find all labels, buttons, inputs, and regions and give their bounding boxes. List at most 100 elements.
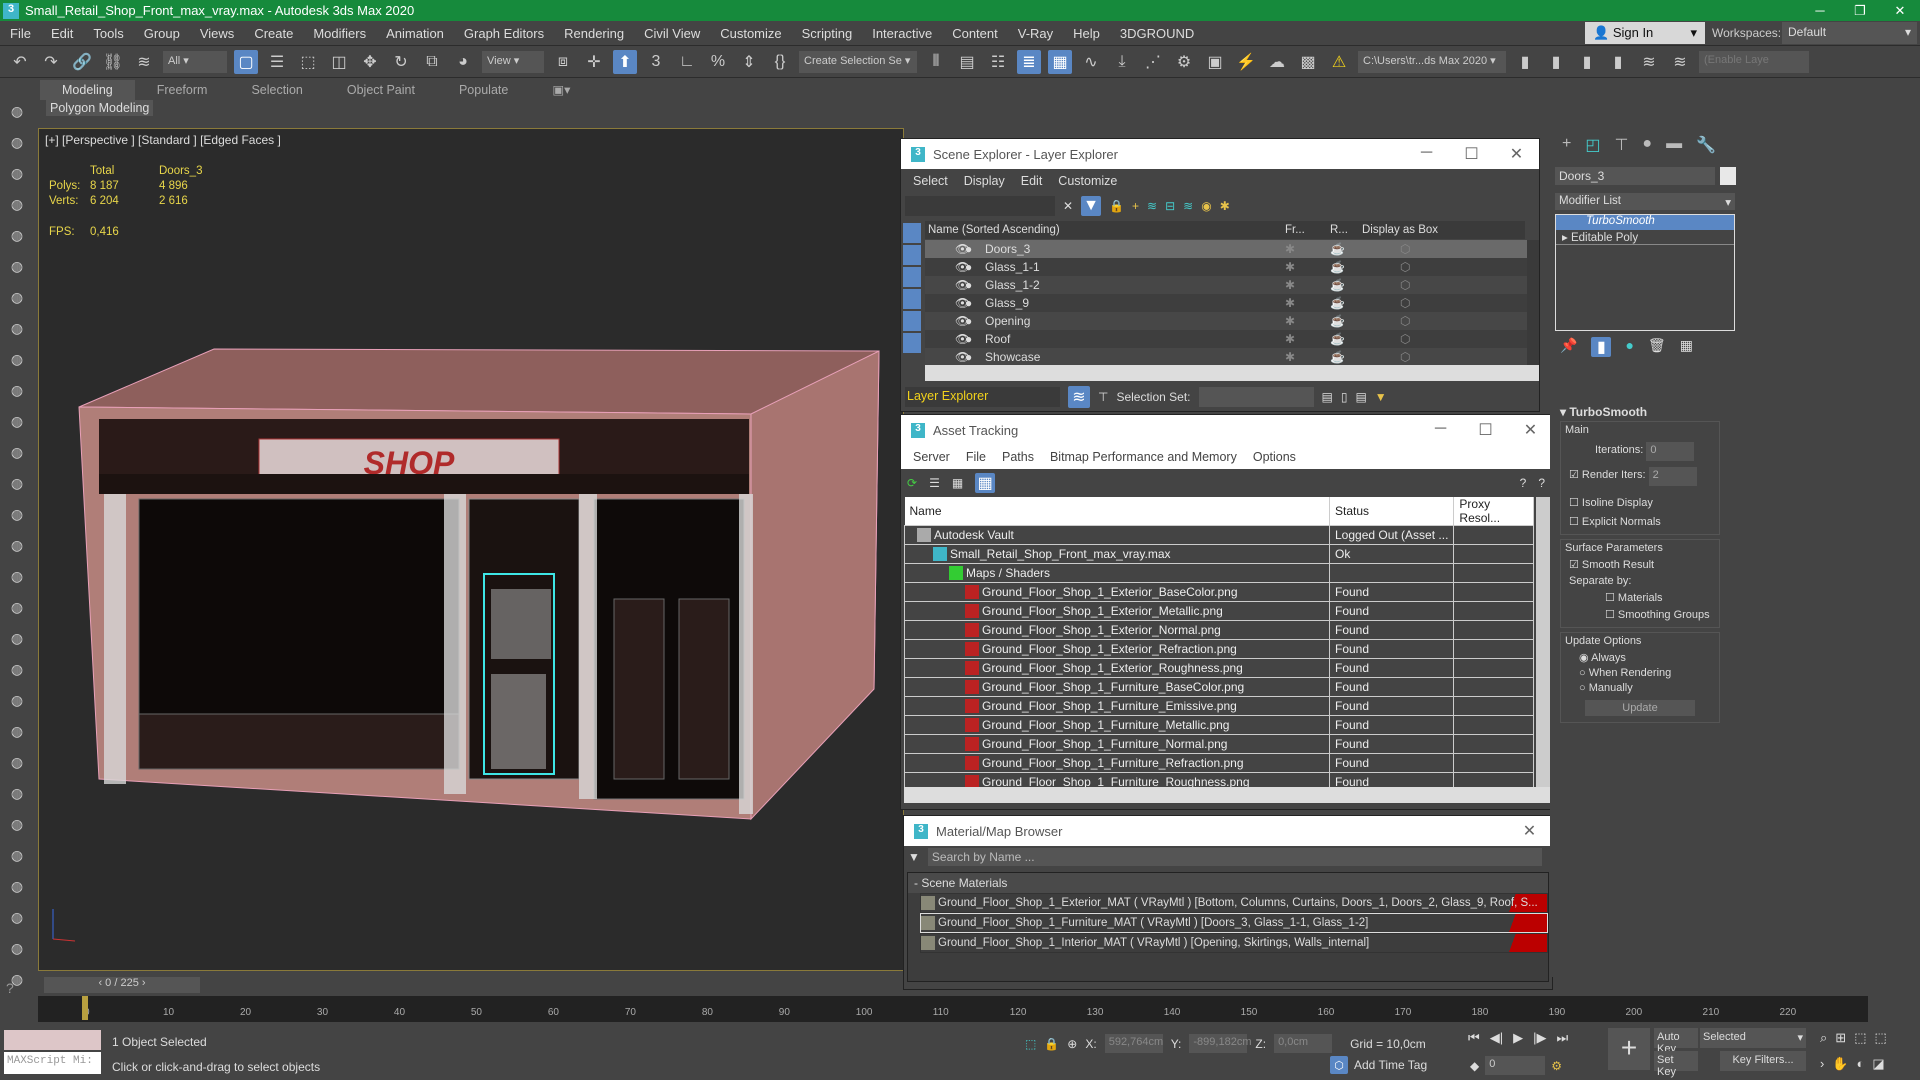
se-menu-customize[interactable]: Customize [1050, 174, 1125, 188]
menu-views[interactable]: Views [190, 26, 244, 41]
rollout-title[interactable]: ▾ TurboSmooth [1560, 405, 1720, 419]
motion-tab-icon[interactable]: ● [1642, 135, 1652, 155]
column-status[interactable]: Status [1329, 497, 1455, 526]
menu-customize[interactable]: Customize [710, 26, 791, 41]
previous-frame-icon[interactable]: ◀| [1490, 1030, 1503, 1046]
at-menu-bitmap-performance-and-memory[interactable]: Bitmap Performance and Memory [1042, 450, 1245, 464]
scene-materials-group[interactable]: - Scene Materials [908, 873, 1548, 893]
freeze-icon[interactable]: ✱ [1285, 332, 1330, 346]
scene-explorer-toggle-icon[interactable]: ☷ [986, 50, 1010, 74]
left-tool-helpers-icon[interactable]: ◍ [5, 316, 29, 340]
maximize-icon[interactable]: ☐ [1449, 144, 1494, 164]
modifier-list-dropdown[interactable]: Modifier List ▾ [1555, 193, 1735, 210]
vertical-scrollbar[interactable] [1527, 240, 1539, 365]
ribbon-tab-selection[interactable]: Selection [229, 80, 324, 100]
thumbnail-view-icon[interactable]: ▦ [952, 476, 963, 490]
utilities-tab-icon[interactable]: 🔧 [1696, 135, 1716, 155]
time-config-icon[interactable]: ⚙ [1551, 1059, 1562, 1073]
sign-in-button[interactable]: 👤 Sign In ▾ [1585, 22, 1705, 44]
left-tool-pyramid-icon[interactable]: ◍ [5, 533, 29, 557]
visibility-eye-icon[interactable]: 👁 [925, 332, 970, 346]
close-icon[interactable]: ✕ [1508, 420, 1553, 440]
freeze-icon[interactable]: ✱ [1285, 296, 1330, 310]
asset-row[interactable]: Maps / Shaders [904, 563, 1534, 583]
menu-help[interactable]: Help [1063, 26, 1110, 41]
left-tool-plant-icon[interactable]: ◍ [5, 719, 29, 743]
left-tool-box-icon[interactable]: ◍ [5, 161, 29, 185]
at-menu-server[interactable]: Server [905, 450, 958, 464]
layer-row[interactable]: 👁 ● Glass_1-1 ✱ ☕ ⬡ [925, 258, 1527, 276]
zoom-icon[interactable]: ⌕ [1820, 1030, 1827, 1046]
perspective-viewport[interactable]: [+] [Perspective ] [Standard ] [Edged Fa… [38, 128, 904, 971]
left-tool-scene-icon[interactable]: ◍ [5, 874, 29, 898]
create-tab-icon[interactable]: + [1562, 135, 1571, 155]
selection-set-dropdown[interactable] [1198, 387, 1314, 407]
auto-key-button[interactable]: Auto Key [1654, 1028, 1698, 1055]
display-tab-icon[interactable]: ▬ [1666, 135, 1682, 155]
left-tool-sphere-icon[interactable]: ◍ [5, 130, 29, 154]
display-as-box-icon[interactable]: ⬡ [1400, 296, 1410, 310]
rect-selection-icon[interactable]: ⬚ [296, 50, 320, 74]
layer-row[interactable]: 👁 ● Roof ✱ ☕ ⬡ [925, 330, 1527, 348]
left-tool-grid-icon[interactable]: ◍ [5, 223, 29, 247]
help-off-icon[interactable]: ? [1538, 476, 1545, 490]
layer-row[interactable]: 👁 ● Glass_1-2 ✱ ☕ ⬡ [925, 276, 1527, 294]
options-triangle-icon[interactable]: ▼ [908, 850, 920, 864]
visibility-eye-icon[interactable]: 👁 [925, 242, 970, 256]
time-tag-icon[interactable]: ⬡ [1330, 1056, 1348, 1074]
reference-coord-dropdown[interactable]: View ▾ [482, 51, 544, 73]
placement-icon[interactable]: ◕ [451, 50, 475, 74]
unlink-icon[interactable]: ⛓ [101, 50, 125, 74]
x-coordinate-field[interactable]: 592,764cm [1104, 1034, 1163, 1053]
asset-row[interactable]: Ground_Floor_Shop_1_Furniture_Normal.png… [904, 734, 1534, 754]
layer-field[interactable]: (Enable Laye [1699, 51, 1809, 73]
left-tool-circle-icon[interactable]: ◍ [5, 595, 29, 619]
display-as-box-icon[interactable]: ⬡ [1400, 278, 1410, 292]
layers-off-icon[interactable]: ≋ [1668, 50, 1692, 74]
orbit-icon[interactable]: ◐ [1857, 1056, 1865, 1072]
left-tool-paint-icon[interactable]: ◍ [5, 657, 29, 681]
asset-row[interactable]: Ground_Floor_Shop_1_Furniture_Emissive.p… [904, 696, 1534, 716]
ribbon-tab-object-paint[interactable]: Object Paint [325, 80, 437, 100]
asset-row[interactable]: Autodesk Vault Logged Out (Asset ... [904, 525, 1534, 545]
visibility-eye-icon[interactable]: 👁 [925, 278, 970, 292]
menu-civil-view[interactable]: Civil View [634, 26, 710, 41]
edit-named-selection-icon[interactable]: {} [768, 50, 792, 74]
display-as-box-icon[interactable]: ⬡ [1400, 314, 1410, 328]
freeze-icon[interactable]: ✱ [1285, 278, 1330, 292]
dope-sheet-icon[interactable]: ⤓ [1110, 50, 1134, 74]
left-tool-systems-icon[interactable]: ◍ [5, 378, 29, 402]
ribbon-toggle-icon[interactable]: ▦ [1048, 50, 1072, 74]
render-cloud-icon[interactable]: ☁ [1265, 50, 1289, 74]
y-coordinate-field[interactable]: -899,182cm [1189, 1034, 1251, 1053]
smooth-result-checkbox[interactable]: ☑ Smooth Result [1569, 558, 1715, 571]
when-rendering-radio[interactable]: ○ When Rendering [1579, 667, 1715, 679]
minimize-icon[interactable]: ─ [1404, 144, 1449, 164]
at-menu-options[interactable]: Options [1245, 450, 1304, 464]
menu-scripting[interactable]: Scripting [792, 26, 863, 41]
minimize-icon[interactable]: ─ [1418, 420, 1463, 440]
remove-modifier-icon[interactable]: 🗑 [1648, 337, 1666, 357]
column-freeze[interactable]: Fr... [1285, 224, 1330, 236]
freeze-icon[interactable]: ✱ [1220, 199, 1230, 213]
filter-cameras-icon[interactable] [903, 289, 921, 309]
pivot-icon[interactable]: ⧈ [551, 50, 575, 74]
horizontal-scrollbar[interactable] [925, 365, 1539, 381]
table-view-icon[interactable]: ▦ [975, 473, 996, 493]
set-key-button[interactable]: Set Key [1654, 1051, 1698, 1078]
at-menu-file[interactable]: File [958, 450, 994, 464]
go-to-start-icon[interactable]: ⏮ [1468, 1030, 1480, 1046]
render-teapot-icon[interactable]: ☕ [1330, 332, 1400, 346]
column-name[interactable]: Name [904, 497, 1330, 526]
explorer-mode-dropdown[interactable]: Layer Explorer [905, 387, 1060, 407]
lock-icon[interactable]: 🔒 [1109, 199, 1124, 213]
fov-icon[interactable]: › [1820, 1056, 1824, 1072]
visibility-eye-icon[interactable]: 👁 [925, 296, 970, 310]
time-slider[interactable]: ‹ 0 / 225 › [44, 977, 200, 993]
close-icon[interactable]: ✕ [1494, 144, 1539, 164]
zoom-all-icon[interactable]: ⊞ [1835, 1030, 1846, 1046]
listener-pink-panel[interactable] [4, 1030, 101, 1050]
restore-icon[interactable]: ❐ [1840, 3, 1880, 19]
filter-select-icon[interactable]: ▼ [1375, 390, 1387, 404]
left-tool-torus-icon[interactable]: ◍ [5, 502, 29, 526]
